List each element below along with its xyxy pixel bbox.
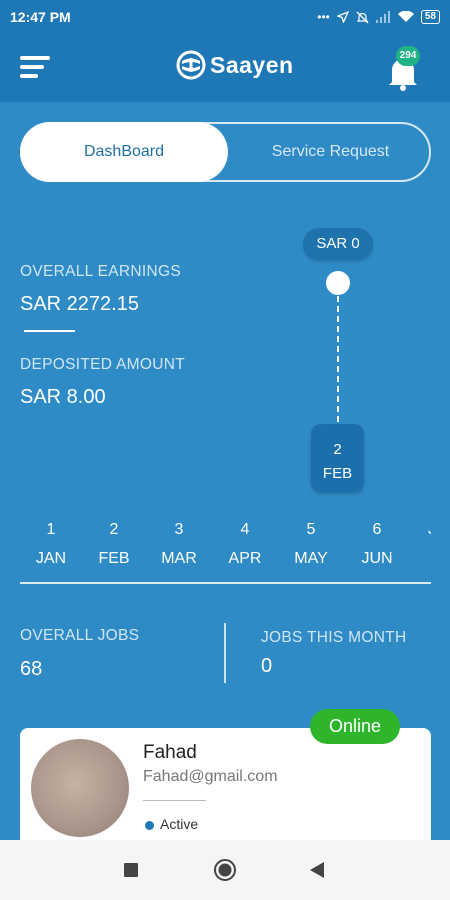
overall-earnings-value: SAR 2272.15: [20, 293, 139, 315]
notification-button[interactable]: 294: [386, 46, 422, 91]
deposited-amount-value: SAR 8.00: [20, 386, 106, 408]
timeline-date-badge[interactable]: 2 FEB: [311, 424, 364, 492]
timeline-month: FEB: [322, 465, 353, 482]
deposited-amount-label: DEPOSITED AMOUNT: [20, 356, 185, 373]
system-nav-bar: [0, 840, 450, 900]
status-icons: ••• 58: [317, 10, 440, 24]
month-selector: 1 JAN 2 FEB 3 MAR 4 APR 5 MAY 6 JUN J: [20, 515, 431, 575]
month-item[interactable]: J: [402, 515, 431, 544]
square-icon: [124, 863, 138, 877]
month-day: 3: [174, 521, 184, 538]
month-item[interactable]: 4 APR: [215, 515, 275, 573]
month-day: 4: [240, 521, 250, 538]
month-item[interactable]: 2 FEB: [84, 515, 144, 573]
month-name: APR: [228, 550, 262, 567]
profile-email: Fahad@gmail.com: [143, 768, 278, 785]
app-header: Saayen 294: [0, 34, 450, 102]
jobs-this-month-value: 0: [261, 655, 273, 677]
profile-name: Fahad: [143, 742, 197, 763]
jobs-this-month-label: JOBS THIS MONTH: [261, 629, 407, 646]
month-item[interactable]: 3 MAR: [149, 515, 209, 573]
month-day: 6: [372, 521, 382, 538]
home-button[interactable]: [200, 840, 250, 900]
month-day: 2: [109, 521, 119, 538]
view-switcher: DashBoard Service Request: [20, 122, 431, 182]
hamburger-menu-icon[interactable]: [20, 56, 50, 80]
jobs-divider: [224, 623, 226, 683]
overflow-dots-icon: •••: [317, 10, 330, 24]
timeline-dot: [326, 271, 350, 295]
overall-jobs-value: 68: [20, 658, 43, 680]
month-name: MAY: [294, 550, 328, 567]
online-status-badge[interactable]: Online: [310, 709, 400, 744]
month-selector-underline: [20, 582, 431, 584]
tab-service-request[interactable]: Service Request: [228, 122, 433, 182]
month-item[interactable]: 5 MAY: [281, 515, 341, 573]
logo-emblem-icon: [176, 50, 206, 80]
overall-jobs-label: OVERALL JOBS: [20, 627, 140, 644]
profile-status: Active: [160, 816, 199, 832]
status-dot-icon: [145, 821, 154, 830]
month-name: J: [402, 515, 431, 544]
earnings-divider: [24, 330, 75, 332]
month-day: 5: [306, 521, 316, 538]
circle-icon: [214, 859, 236, 881]
avatar: [31, 739, 129, 837]
month-name: FEB: [98, 550, 130, 567]
battery-icon: 58: [420, 10, 440, 24]
back-triangle-icon: [310, 862, 324, 878]
month-name: JAN: [35, 550, 67, 567]
muted-bell-icon: [356, 11, 369, 23]
recents-button[interactable]: [106, 840, 156, 900]
logo-text: Saayen: [210, 51, 294, 78]
timeline-dashed-line: [337, 296, 339, 422]
location-arrow-icon: [336, 11, 349, 23]
notification-count-badge: 294: [396, 46, 420, 66]
status-bar: 12:47 PM ••• 58: [0, 0, 450, 34]
app-logo: Saayen: [176, 50, 294, 80]
signal-icon: [375, 11, 390, 23]
wifi-icon: [397, 11, 414, 22]
overall-earnings-label: OVERALL EARNINGS: [20, 263, 181, 280]
month-name: JUN: [361, 550, 393, 567]
timeline-amount-pill: SAR 0: [303, 228, 373, 260]
month-item[interactable]: 1 JAN: [21, 515, 81, 573]
status-time: 12:47 PM: [10, 9, 71, 25]
back-button[interactable]: [292, 840, 342, 900]
month-day: 1: [46, 521, 56, 538]
month-item[interactable]: 6 JUN: [347, 515, 407, 573]
profile-divider: [143, 800, 206, 801]
tab-dashboard[interactable]: DashBoard: [20, 122, 228, 182]
month-name: MAR: [161, 550, 197, 567]
timeline-day: 2: [333, 441, 342, 458]
